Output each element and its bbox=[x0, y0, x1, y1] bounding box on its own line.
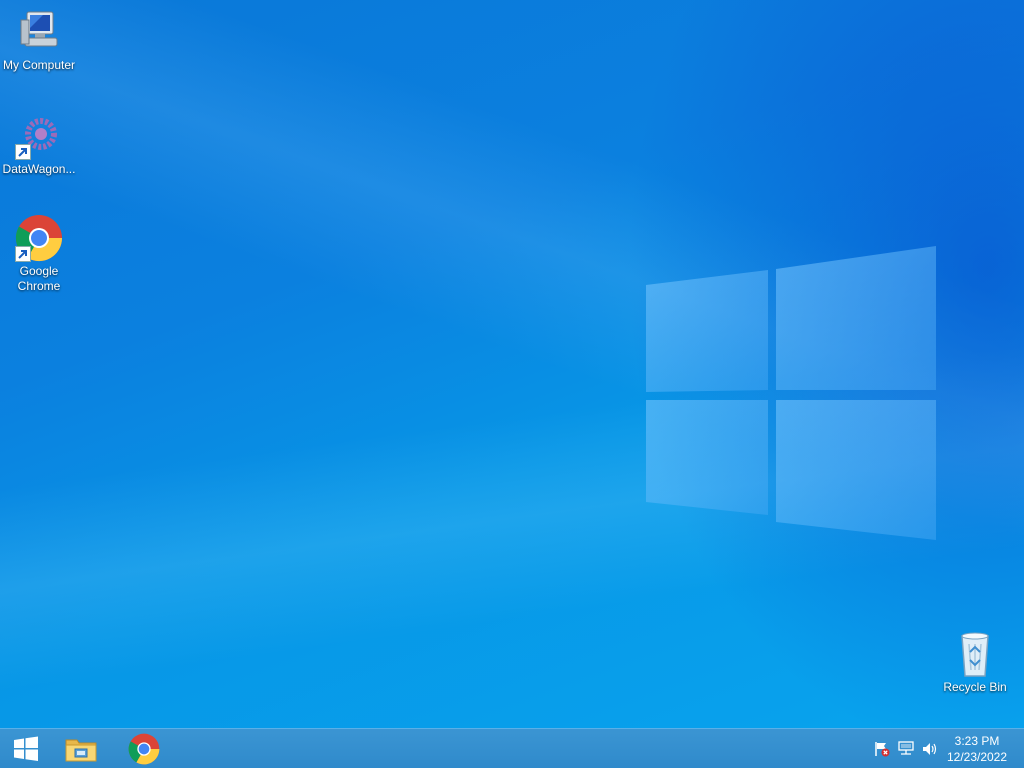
desktop-icon-label: Google bbox=[19, 264, 59, 278]
taskbar-chrome-button[interactable] bbox=[118, 729, 170, 769]
shortcut-arrow-icon bbox=[15, 144, 31, 160]
wallpaper-windows-logo bbox=[646, 246, 936, 540]
chrome-icon bbox=[15, 214, 63, 262]
recycle-bin-icon bbox=[951, 630, 999, 678]
desktop-icon-google-chrome[interactable]: Google Chrome bbox=[1, 214, 77, 294]
desktop-icon-label: Chrome bbox=[17, 279, 61, 293]
shortcut-arrow-icon bbox=[15, 246, 31, 262]
desktop-icon-datawagon[interactable]: DataWagon... bbox=[1, 112, 77, 177]
taskbar-file-explorer-button[interactable] bbox=[55, 729, 107, 769]
start-button[interactable] bbox=[0, 729, 52, 769]
chrome-icon bbox=[128, 733, 160, 765]
desktop-icon-label: My Computer bbox=[2, 58, 76, 72]
clock-date: 12/23/2022 bbox=[946, 750, 1008, 764]
desktop-icon-label: Recycle Bin bbox=[943, 680, 1007, 694]
file-explorer-icon bbox=[65, 739, 97, 762]
desktop-icon-label: DataWagon... bbox=[2, 162, 76, 176]
clock-time: 3:23 PM bbox=[954, 734, 1000, 748]
network-icon[interactable] bbox=[897, 740, 915, 758]
desktop[interactable]: My Computer DataWagon... Google Chrome R… bbox=[0, 0, 1024, 728]
windows-start-icon bbox=[14, 736, 38, 761]
desktop-icon-recycle-bin[interactable]: Recycle Bin bbox=[937, 630, 1013, 695]
computer-icon bbox=[15, 8, 63, 56]
desktop-icon-my-computer[interactable]: My Computer bbox=[1, 8, 77, 73]
volume-icon[interactable] bbox=[921, 740, 939, 758]
taskbar: 3:23 PM 12/23/2022 bbox=[0, 728, 1024, 768]
taskbar-clock[interactable]: 3:23 PM 12/23/2022 bbox=[942, 733, 1012, 765]
datawagon-icon bbox=[15, 112, 63, 160]
action-center-flag-icon[interactable] bbox=[873, 740, 891, 758]
